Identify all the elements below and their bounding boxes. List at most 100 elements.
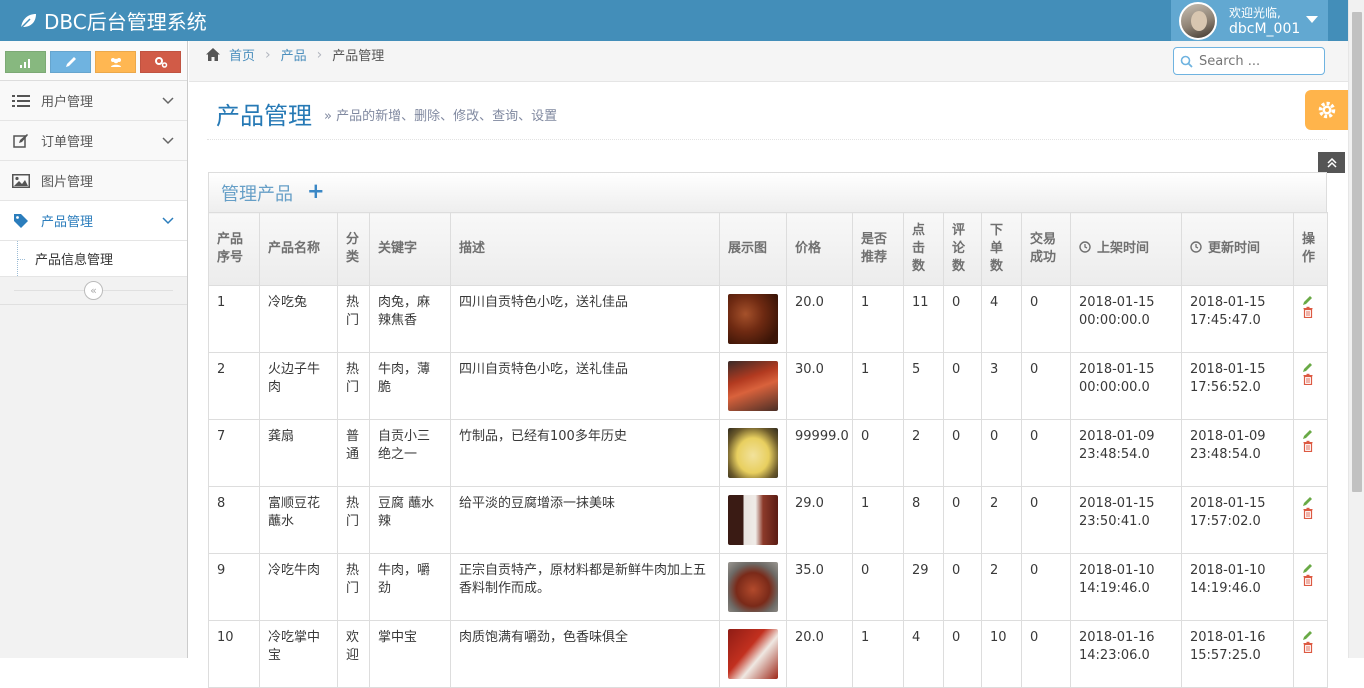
cell-comments: 0: [943, 419, 982, 487]
sidebar-item-products[interactable]: 产品管理: [0, 201, 187, 241]
page-description: » 产品的新增、删除、修改、查询、设置: [324, 109, 558, 124]
col-header-success[interactable]: 交易成功: [1021, 212, 1071, 286]
cell-recommend: 0: [852, 553, 904, 621]
table-row: 9 冷吃牛肉 热门 牛肉，嚼劲 正宗自贡特产，原材料都是新鲜牛肉加上五香料制作而…: [208, 553, 1328, 621]
double-angle-left-icon[interactable]: «: [84, 281, 103, 300]
home-icon: [206, 48, 220, 61]
edit-pencil-icon[interactable]: [1302, 495, 1314, 507]
product-image[interactable]: [728, 562, 778, 612]
cell-recommend: 1: [852, 352, 904, 420]
cell-desc: 正宗自贡特产，原材料都是新鲜牛肉加上五香料制作而成。: [450, 553, 720, 621]
cell-success: 0: [1021, 620, 1071, 688]
caret-down-icon: [1306, 16, 1318, 23]
col-header-created-label: 上架时间: [1097, 241, 1150, 256]
table-row: 7 龚扇 普通 自贡小三绝之一 竹制品，已经有100多年历史 99999.0 0…: [208, 419, 1328, 487]
cell-category: 热门: [337, 352, 370, 420]
vertical-scrollbar[interactable]: [1348, 0, 1364, 658]
scrollbar-thumb[interactable]: [1352, 12, 1362, 492]
cell-category: 欢迎: [337, 620, 370, 688]
shortcut-signal-button[interactable]: [5, 51, 46, 73]
cogs-icon: [154, 57, 167, 68]
col-header-orders[interactable]: 下单数: [981, 212, 1022, 286]
edit-pencil-icon[interactable]: [1302, 629, 1314, 641]
cell-updated: 2018-01-10 14:19:46.0: [1181, 553, 1294, 621]
cell-clicks: 2: [903, 419, 944, 487]
col-header-category[interactable]: 分类: [337, 212, 370, 286]
cell-keywords: 掌中宝: [369, 620, 451, 688]
cell-created: 2018-01-15 23:50:41.0: [1070, 486, 1182, 554]
double-angle-up-icon: [1326, 157, 1337, 168]
cell-price: 29.0: [786, 486, 853, 554]
search-box: [1173, 47, 1325, 75]
cell-category: 普通: [337, 419, 370, 487]
cell-price: 20.0: [786, 620, 853, 688]
breadcrumb-products[interactable]: 产品: [281, 45, 307, 64]
cell-success: 0: [1021, 419, 1071, 487]
col-header-price[interactable]: 价格: [786, 212, 853, 286]
sidebar-item-users[interactable]: 用户管理: [0, 81, 187, 121]
cell-id: 9: [208, 553, 260, 621]
product-image[interactable]: [728, 428, 778, 478]
add-product-button[interactable]: +: [307, 181, 325, 202]
settings-button[interactable]: [1305, 90, 1348, 130]
product-image[interactable]: [728, 361, 778, 411]
scroll-top-button[interactable]: [1318, 152, 1345, 173]
clock-icon: [1190, 241, 1202, 253]
col-header-image[interactable]: 展示图: [719, 212, 787, 286]
search-input[interactable]: [1199, 53, 1319, 69]
user-menu[interactable]: 欢迎光临, dbcM_001: [1171, 0, 1328, 41]
col-header-name[interactable]: 产品名称: [259, 212, 338, 286]
trash-icon[interactable]: [1302, 440, 1314, 452]
edit-pencil-icon[interactable]: [1302, 361, 1314, 373]
col-header-created[interactable]: 上架时间: [1070, 212, 1182, 286]
brand[interactable]: DBC后台管理系统: [18, 6, 207, 35]
trash-icon[interactable]: [1302, 373, 1314, 385]
col-header-comments[interactable]: 评论数: [943, 212, 982, 286]
cell-keywords: 牛肉，薄脆: [369, 352, 451, 420]
col-header-clicks[interactable]: 点击数: [903, 212, 944, 286]
cell-desc: 竹制品，已经有100多年历史: [450, 419, 720, 487]
col-header-id[interactable]: 产品序号: [208, 212, 260, 286]
col-header-updated-label: 更新时间: [1208, 241, 1261, 256]
shortcut-group-button[interactable]: [95, 51, 136, 73]
edit-pencil-icon[interactable]: [1302, 294, 1314, 306]
cell-clicks: 29: [903, 553, 944, 621]
col-header-recommend[interactable]: 是否推荐: [852, 212, 904, 286]
product-image[interactable]: [728, 495, 778, 545]
gear-icon: [1318, 101, 1335, 119]
cell-actions: [1293, 486, 1328, 554]
col-header-keywords[interactable]: 关键字: [369, 212, 451, 286]
cell-recommend: 1: [852, 285, 904, 353]
trash-icon[interactable]: [1302, 306, 1314, 318]
product-image[interactable]: [728, 629, 778, 679]
col-header-updated[interactable]: 更新时间: [1181, 212, 1294, 286]
sidebar-item-orders[interactable]: 订单管理: [0, 121, 187, 161]
breadcrumb-home[interactable]: 首页: [229, 45, 255, 64]
sidebar-item-label: 产品管理: [41, 215, 94, 230]
leaf-icon: [19, 13, 36, 30]
cell-keywords: 肉兔，麻辣焦香: [369, 285, 451, 353]
cell-actions: [1293, 620, 1328, 688]
cell-keywords: 豆腐 蘸水辣: [369, 486, 451, 554]
list-icon: [11, 93, 31, 109]
table-header: 产品序号 产品名称 分类 关键字 描述 展示图 价格 是否推荐 点击数 评论数 …: [208, 212, 1328, 286]
cell-clicks: 4: [903, 620, 944, 688]
trash-icon[interactable]: [1302, 574, 1314, 586]
cell-comments: 0: [943, 352, 982, 420]
edit-pencil-icon[interactable]: [1302, 428, 1314, 440]
shortcut-cogs-button[interactable]: [140, 51, 181, 73]
group-icon: [110, 58, 121, 67]
cell-id: 7: [208, 419, 260, 487]
product-image[interactable]: [728, 294, 778, 344]
cell-id: 8: [208, 486, 260, 554]
col-header-desc[interactable]: 描述: [450, 212, 720, 286]
edit-pencil-icon[interactable]: [1302, 562, 1314, 574]
trash-icon[interactable]: [1302, 641, 1314, 653]
cell-name: 龚扇: [259, 419, 338, 487]
breadcrumb-bar: 首页 › 产品 › 产品管理: [189, 41, 1348, 82]
shortcut-pencil-button[interactable]: [50, 51, 91, 73]
sidebar-subitem-product-info[interactable]: 产品信息管理: [0, 241, 187, 277]
trash-icon[interactable]: [1302, 507, 1314, 519]
sidebar-item-pictures[interactable]: 图片管理: [0, 161, 187, 201]
cell-recommend: 1: [852, 486, 904, 554]
